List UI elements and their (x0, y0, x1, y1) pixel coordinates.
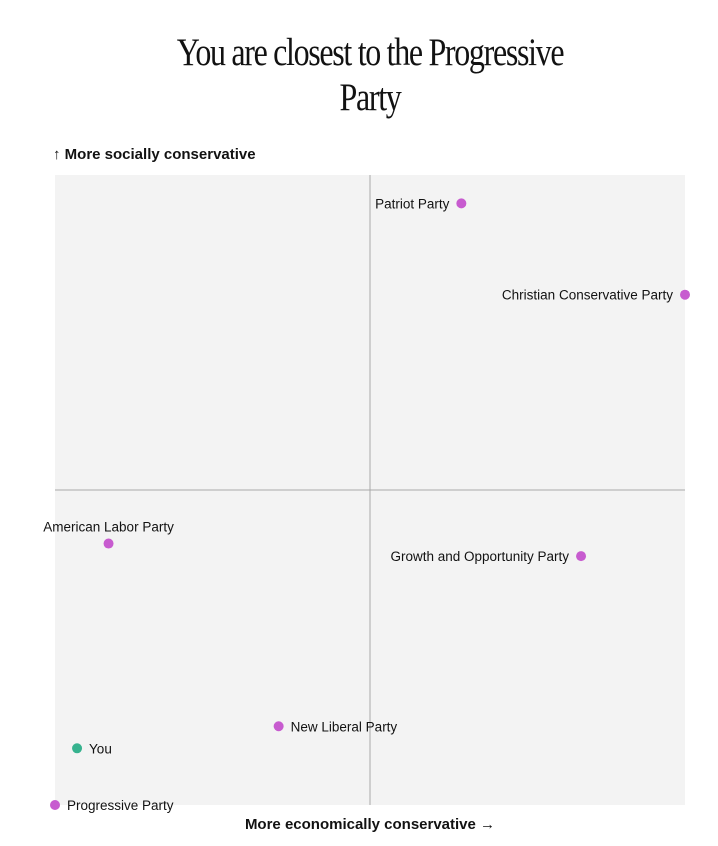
point-label: American Labor Party (43, 520, 174, 535)
point-marker (273, 721, 284, 732)
point-label: Christian Conservative Party (502, 288, 673, 303)
point-marker (680, 289, 690, 300)
point-marker (576, 551, 587, 562)
point-marker (50, 800, 60, 810)
x-axis-label: More economically conservative → (244, 816, 496, 833)
point-label: Patriot Party (375, 196, 450, 211)
point-label: You (89, 741, 112, 756)
point-progressive-party: Progressive Party (50, 798, 174, 813)
point-label: Progressive Party (67, 798, 174, 813)
point-growth-and-opportunity-party: Growth and Opportunity Party (390, 549, 587, 564)
point-label: Growth and Opportunity Party (390, 549, 569, 564)
point-marker (72, 743, 83, 754)
point-new-liberal-party: New Liberal Party (273, 719, 398, 734)
point-marker (456, 198, 467, 209)
point-christian-conservative-party: Christian Conservative Party (502, 288, 690, 303)
political-compass-chart: Patriot Party Christian Conservative Part… (43, 175, 690, 813)
point-label: New Liberal Party (291, 719, 398, 734)
point-marker (103, 538, 114, 549)
